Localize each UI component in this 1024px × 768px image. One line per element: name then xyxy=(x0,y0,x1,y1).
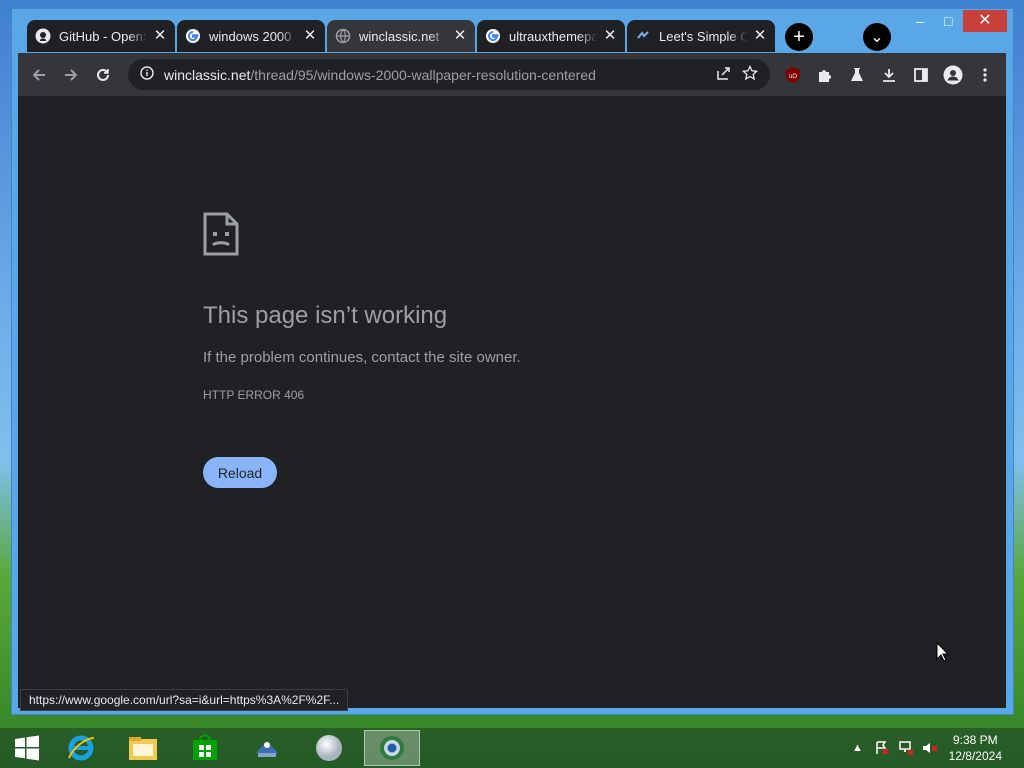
explorer-icon xyxy=(129,737,157,760)
forward-arrow-icon xyxy=(65,68,78,81)
puzzle-icon[interactable] xyxy=(814,64,836,86)
tab-winclassic[interactable]: winclassic.net ✕ xyxy=(327,20,475,52)
tab-windows-2000[interactable]: windows 2000 ... ✕ xyxy=(177,20,325,52)
taskbar-chrome-classic[interactable] xyxy=(364,730,420,766)
start-button[interactable] xyxy=(0,730,54,766)
chevron-down-icon: ⌄ xyxy=(870,29,884,46)
tab-ultrauxthemepatcher[interactable]: ultrauxthemepatcher ✕ xyxy=(477,20,625,52)
mouse-cursor-icon xyxy=(936,641,950,667)
taskbar-explorer[interactable] xyxy=(116,730,170,766)
svg-text:uO: uO xyxy=(789,74,797,80)
address-bar[interactable]: winclassic.net/thread/95/windows-2000-wa… xyxy=(128,59,770,90)
browser-toolbar: winclassic.net/thread/95/windows-2000-wa… xyxy=(18,53,1006,96)
forward-button[interactable] xyxy=(56,60,86,90)
tab-title: ultrauxthemepatcher xyxy=(509,28,597,44)
close-icon[interactable]: ✕ xyxy=(753,28,767,43)
tab-search-button[interactable]: ⌄ xyxy=(863,23,891,51)
bookmark-star-icon[interactable] xyxy=(741,64,759,84)
url-host: winclassic.net xyxy=(164,66,251,83)
close-icon[interactable]: ✕ xyxy=(603,28,617,43)
back-arrow-icon xyxy=(32,68,45,81)
link-status-bubble: https://www.google.com/url?sa=i&url=http… xyxy=(20,689,349,711)
close-window-button[interactable]: ✕ xyxy=(963,10,1007,32)
taskbar-store[interactable] xyxy=(178,730,232,766)
url-path: /thread/95/windows-2000-wallpaper-resolu… xyxy=(250,66,596,83)
taskbar-network-app[interactable] xyxy=(240,730,294,766)
tab-strip: GitHub - OpenShell-... ✕ windows 2000 ..… xyxy=(12,9,1013,55)
back-button[interactable] xyxy=(24,60,54,90)
start-icon xyxy=(15,735,39,761)
clock-date: 12/8/2024 xyxy=(948,749,1002,763)
tab-title: GitHub - OpenShell-... xyxy=(59,28,147,44)
refresh-icon xyxy=(97,68,109,81)
page-content: This page isn’t working If the problem c… xyxy=(18,96,1006,708)
error-code: HTTP ERROR 406 xyxy=(203,388,305,402)
store-icon xyxy=(193,734,217,760)
reload-nav-button[interactable] xyxy=(88,60,118,90)
sidepanel-icon[interactable] xyxy=(910,64,932,86)
labs-icon[interactable] xyxy=(846,64,868,86)
download-icon[interactable] xyxy=(878,64,900,86)
volume-muted-icon[interactable] xyxy=(922,740,938,759)
error-title: This page isn’t working xyxy=(203,302,448,329)
tab-title: Leet's Simple Cl... xyxy=(659,28,747,44)
google-icon xyxy=(185,28,201,44)
error-message: If the problem continues, contact the si… xyxy=(203,349,521,366)
site-icon xyxy=(635,28,651,44)
close-icon[interactable]: ✕ xyxy=(453,28,467,43)
clock[interactable]: 9:38 PM 12/8/2024 xyxy=(949,732,1002,764)
reload-button[interactable]: Reload xyxy=(203,457,277,488)
ie-icon xyxy=(68,735,95,761)
close-icon[interactable]: ✕ xyxy=(303,28,317,43)
tab-github[interactable]: GitHub - OpenShell-... ✕ xyxy=(27,20,175,52)
plus-icon: + xyxy=(793,25,805,48)
clock-time: 9:38 PM xyxy=(952,733,998,747)
taskbar: ▲ 9:38 PM 12/8/2024 xyxy=(0,728,1024,768)
menu-icon[interactable] xyxy=(974,64,996,86)
close-icon: ✕ xyxy=(978,12,992,29)
network-status-icon[interactable] xyxy=(898,740,914,759)
tray-expand-icon[interactable]: ▲ xyxy=(852,742,863,754)
tab-title: windows 2000 ... xyxy=(209,28,297,44)
tab-title: winclassic.net xyxy=(359,28,440,44)
tab-leets-simple[interactable]: Leet's Simple Cl... ✕ xyxy=(627,20,775,52)
chrome-classic-icon xyxy=(380,736,404,760)
sphere-app-icon xyxy=(316,735,342,761)
github-icon xyxy=(35,28,51,44)
profile-icon[interactable] xyxy=(942,64,964,86)
action-center-icon[interactable] xyxy=(874,740,890,759)
network-app-icon xyxy=(256,741,278,757)
ublock-icon[interactable]: uO xyxy=(782,64,804,86)
globe-icon xyxy=(335,28,351,44)
new-tab-button[interactable]: + xyxy=(785,23,813,51)
browser-window: GitHub - OpenShell-... ✕ windows 2000 ..… xyxy=(11,8,1014,715)
sad-page-icon xyxy=(203,212,239,261)
google-icon xyxy=(485,28,501,44)
share-icon[interactable] xyxy=(716,65,732,84)
info-icon[interactable] xyxy=(140,66,154,83)
close-icon[interactable]: ✕ xyxy=(153,28,167,43)
taskbar-ie[interactable] xyxy=(54,730,108,766)
maximize-button[interactable]: □ xyxy=(944,13,952,29)
taskbar-sphere-app[interactable] xyxy=(302,730,356,766)
minimize-button[interactable]: – xyxy=(916,13,924,29)
